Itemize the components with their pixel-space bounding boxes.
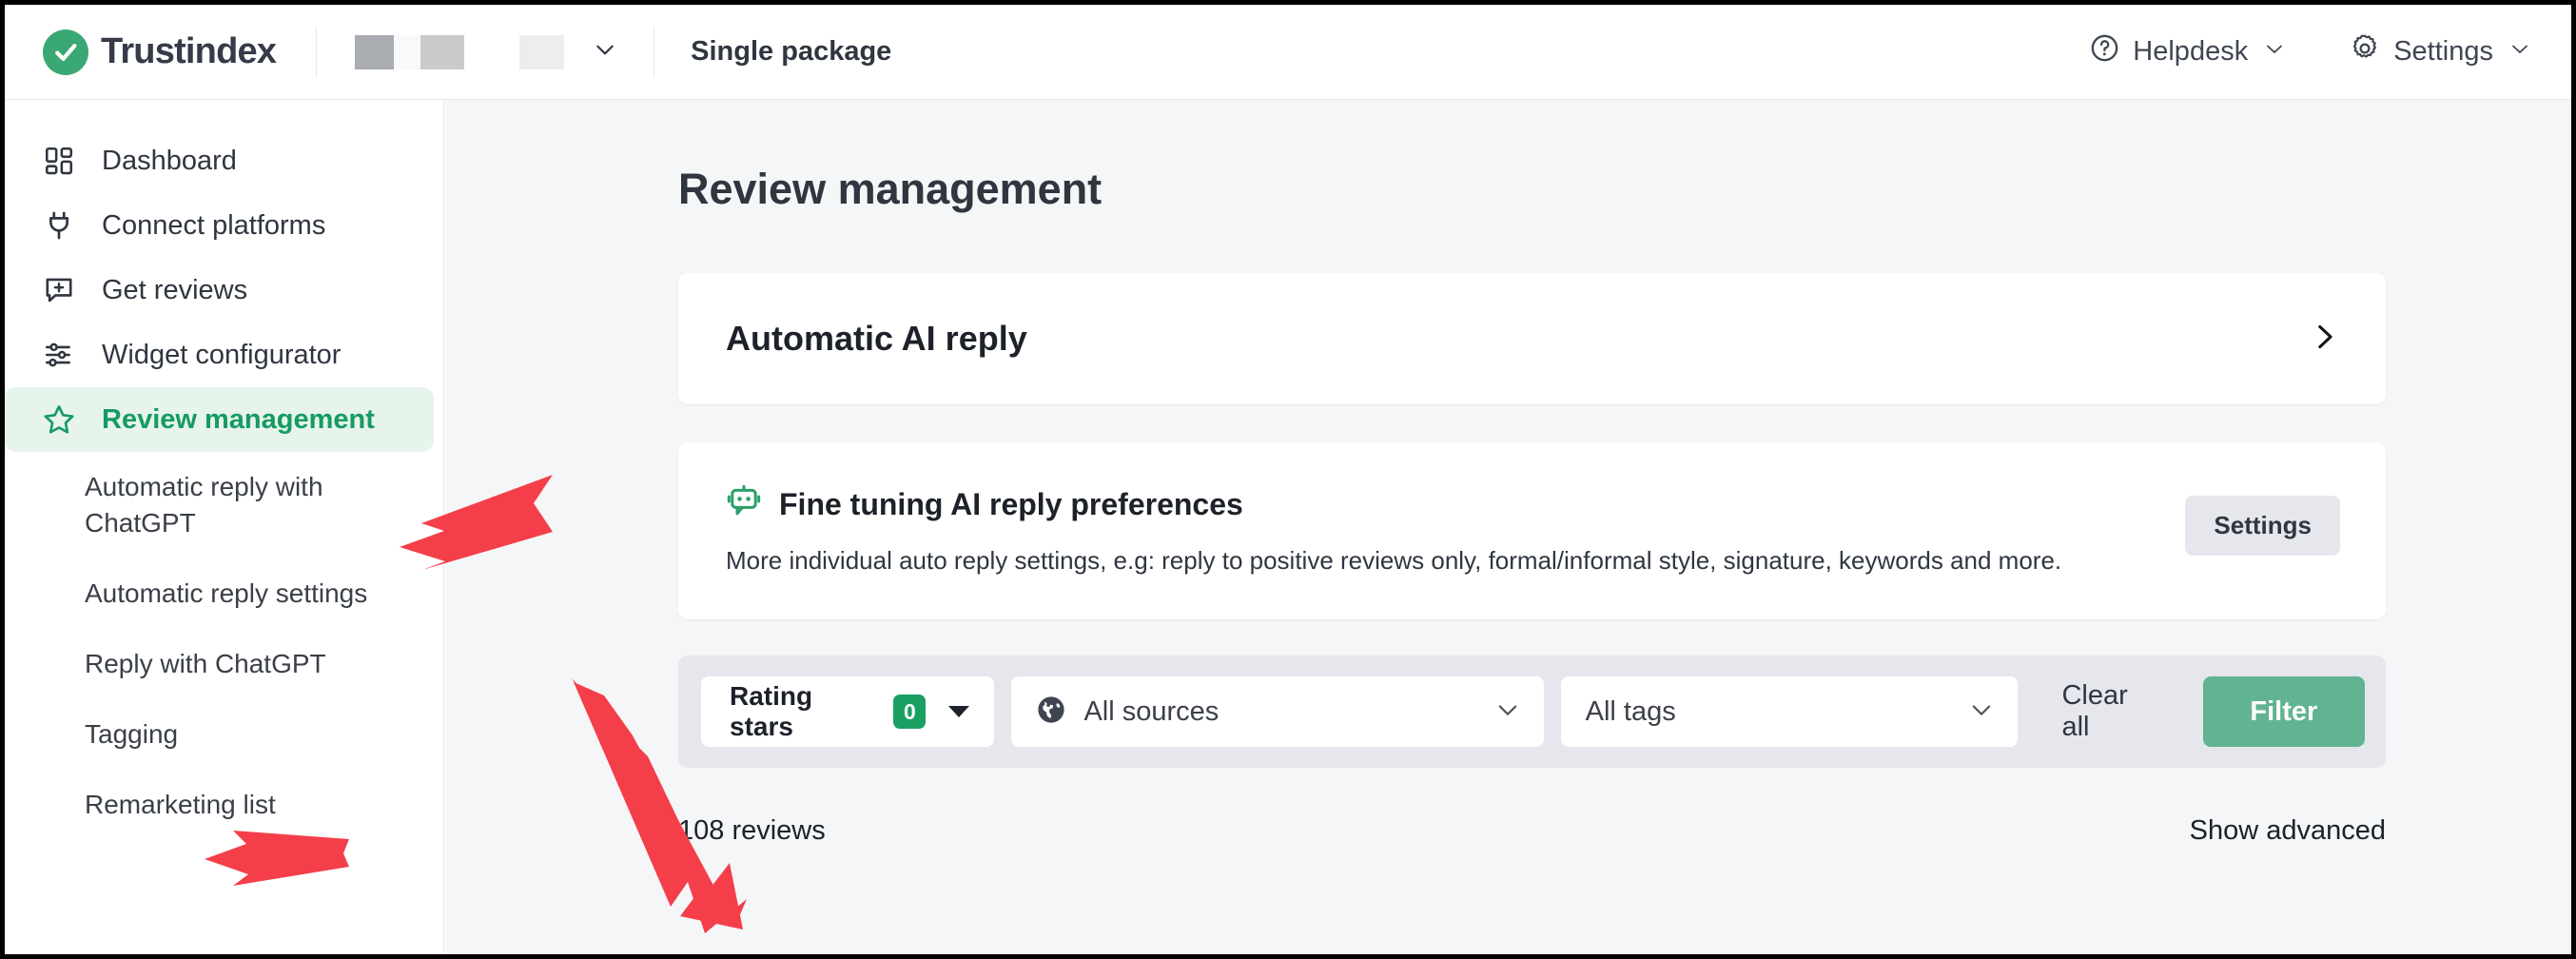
message-plus-icon — [41, 272, 77, 308]
chevron-right-icon[interactable] — [2308, 321, 2340, 358]
chevron-down-icon — [1968, 696, 1995, 728]
brand-name: Trustindex — [101, 31, 277, 71]
robot-chat-icon — [726, 484, 762, 525]
settings-label: Settings — [2393, 36, 2493, 67]
placeholder-block — [355, 34, 395, 69]
placeholder-block — [519, 34, 565, 69]
filter-bar: Rating stars 0 All sources All tags Clea… — [678, 656, 2386, 768]
caret-down-icon — [948, 706, 970, 717]
question-circle-icon — [2089, 32, 2120, 71]
sidebar-item-label: Review management — [102, 403, 375, 435]
clear-all-button[interactable]: Clear all — [2061, 680, 2160, 743]
placeholder-block — [394, 34, 421, 69]
globe-icon — [1036, 695, 1066, 730]
sidebar-item-widget-configurator[interactable]: Widget configurator — [5, 323, 434, 387]
sidebar-item-label: Widget configurator — [102, 339, 342, 370]
top-bar: Trustindex Single package Helpdesk Setti… — [5, 5, 2571, 100]
fine-tuning-settings-button[interactable]: Settings — [2185, 496, 2340, 556]
package-thumbnail-placeholder — [355, 34, 617, 69]
helpdesk-menu[interactable]: Helpdesk — [2089, 32, 2286, 71]
helpdesk-label: Helpdesk — [2133, 36, 2249, 67]
sidebar-subitem-remarketing-list[interactable]: Remarketing list — [5, 787, 443, 823]
sidebar-item-label: Dashboard — [102, 145, 237, 176]
tags-filter-value: All tags — [1585, 695, 1676, 727]
gear-icon — [2349, 32, 2381, 72]
sidebar-item-dashboard[interactable]: Dashboard — [5, 128, 434, 193]
check-circle-icon — [43, 29, 88, 75]
top-bar-actions: Helpdesk Settings — [2089, 32, 2571, 72]
rating-stars-count-badge: 0 — [893, 695, 927, 729]
fine-tuning-description: More individual auto reply settings, e.g… — [726, 546, 2062, 575]
filter-button[interactable]: Filter — [2202, 676, 2365, 747]
content-column: Automatic AI reply Fine tuning AI reply … — [678, 273, 2386, 847]
sources-filter-select[interactable]: All sources — [1011, 676, 1544, 747]
star-icon — [41, 401, 77, 438]
sidebar-subitem-reply-with-chatgpt[interactable]: Reply with ChatGPT — [5, 646, 443, 682]
sidebar-subitem-automatic-reply-with-chatgpt[interactable]: Automatic reply with ChatGPT — [5, 469, 443, 541]
rating-stars-filter[interactable]: Rating stars 0 — [701, 676, 995, 747]
chevron-down-icon — [1494, 696, 1521, 728]
chevron-down-icon[interactable] — [593, 37, 617, 67]
sidebar-subnav: Automatic reply with ChatGPT Automatic r… — [5, 469, 443, 823]
fine-tuning-title: Fine tuning AI reply preferences — [779, 487, 1243, 521]
divider — [316, 27, 318, 77]
page-title: Review management — [678, 165, 1103, 213]
sidebar-item-label: Get reviews — [102, 274, 248, 305]
placeholder-block — [420, 34, 465, 69]
rating-stars-label: Rating stars — [730, 681, 813, 741]
package-title: Single package — [691, 36, 892, 67]
automatic-ai-reply-card[interactable]: Automatic AI reply — [678, 273, 2386, 404]
sidebar-item-review-management[interactable]: Review management — [5, 387, 434, 452]
tags-filter-select[interactable]: All tags — [1560, 676, 2019, 747]
fine-tuning-card: Fine tuning AI reply preferences More in… — [678, 442, 2386, 619]
fine-tuning-header: Fine tuning AI reply preferences — [726, 484, 2185, 525]
sidebar-item-label: Connect platforms — [102, 209, 326, 241]
sidebar-subitem-automatic-reply-settings[interactable]: Automatic reply settings — [5, 576, 443, 612]
sliders-icon — [41, 337, 77, 373]
automatic-ai-reply-title: Automatic AI reply — [726, 319, 1027, 358]
settings-menu[interactable]: Settings — [2349, 32, 2531, 72]
chevron-down-icon — [2508, 36, 2531, 68]
sources-filter-value: All sources — [1083, 695, 1220, 727]
fine-tuning-text-block: Fine tuning AI reply preferences More in… — [726, 484, 2185, 576]
sidebar-item-connect-platforms[interactable]: Connect platforms — [5, 193, 434, 258]
brand-logo[interactable]: Trustindex — [43, 29, 277, 75]
main-content: Review management Automatic AI reply Fin… — [445, 100, 2571, 954]
sidebar-subitem-tagging[interactable]: Tagging — [5, 716, 443, 753]
chevron-down-icon — [2263, 36, 2286, 68]
plug-icon — [41, 207, 77, 244]
results-row: 108 reviews Show advanced — [678, 815, 2386, 847]
reviews-count: 108 reviews — [678, 815, 826, 846]
grid-icon — [41, 143, 77, 179]
sidebar-item-get-reviews[interactable]: Get reviews — [5, 258, 434, 323]
sidebar: Dashboard Connect platforms Get reviews — [5, 100, 444, 954]
show-advanced-link[interactable]: Show advanced — [2190, 815, 2386, 847]
app-window: Trustindex Single package Helpdesk Setti… — [0, 0, 2576, 959]
